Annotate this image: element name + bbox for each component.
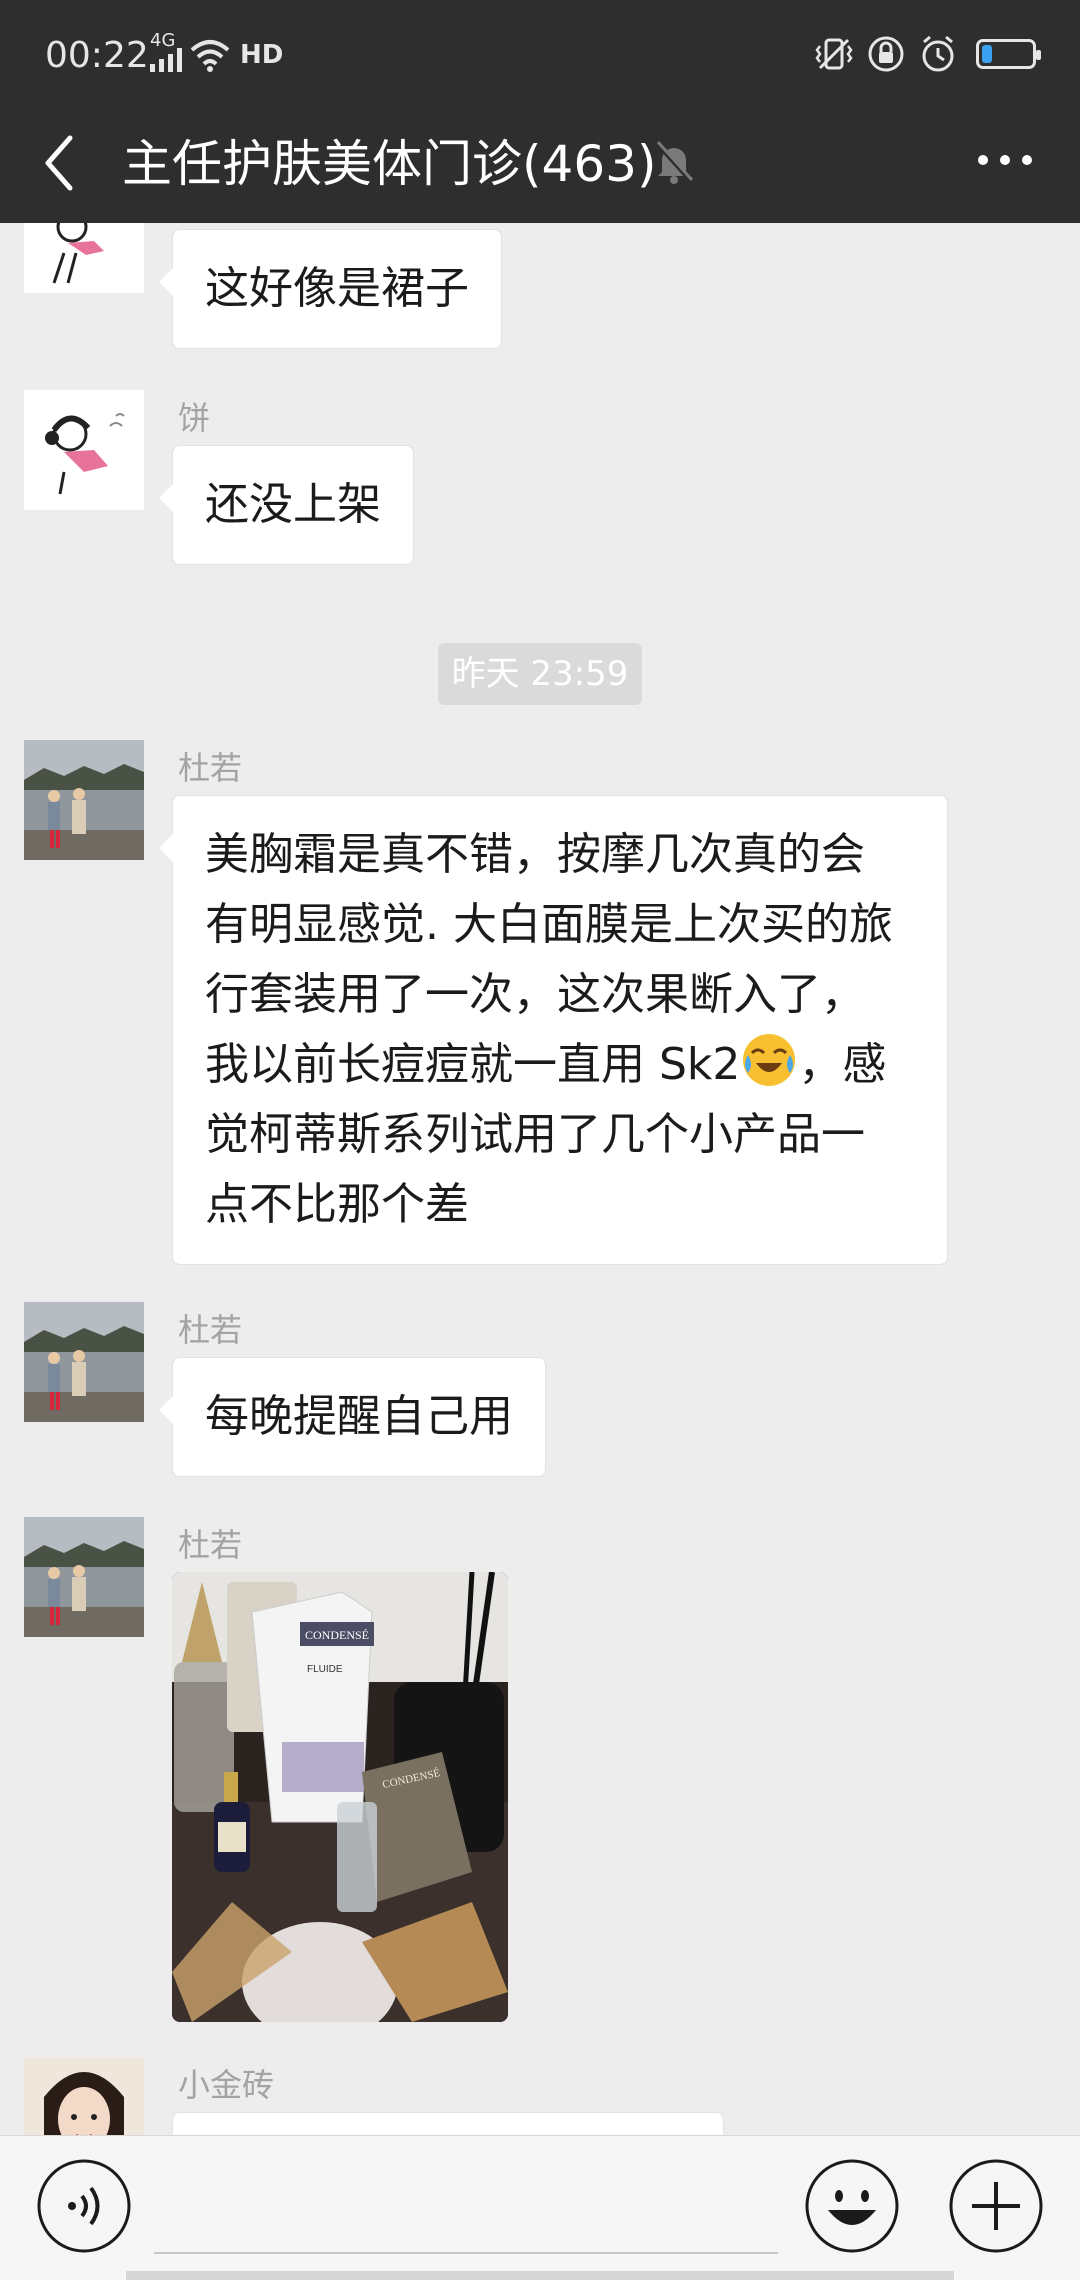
message-bubble[interactable]: 每晚提醒自己用 [159,1357,546,1477]
product-label: FLUIDE [307,1664,343,1675]
gesture-bar [126,2271,954,2280]
message-bubble[interactable] [172,2112,724,2135]
time-divider: 昨天 23:59 [438,643,642,705]
message-bubble[interactable]: 还没上架 [159,445,414,565]
avatar-photo-lake[interactable] [24,1517,144,1637]
battery-icon [976,39,1041,69]
sender-name: 杜若 [178,749,243,787]
lock-rotation-icon [868,36,904,72]
alarm-icon [922,35,954,72]
avatar-photo-lake[interactable] [24,740,144,860]
status-right-icons [814,34,1041,74]
chat-header: 主任护肤美体门诊(463) [0,110,1080,223]
vibrate-icon [815,38,853,70]
sender-name: 小金砖 [178,2066,275,2104]
chat-input-bar [0,2135,1080,2280]
avatar-photo-lake[interactable] [24,1302,144,1422]
message-line: 觉柯蒂斯系列试用了几个小产品一 [205,1109,865,1160]
back-arrow-icon[interactable] [40,128,80,198]
product-label: CONDENSÉ [305,1628,369,1642]
sender-name: 杜若 [178,1311,243,1349]
emoji-icon[interactable] [804,2158,900,2254]
more-dots-icon[interactable] [975,140,1035,180]
status-time: 00:22 [45,35,149,76]
plus-icon[interactable] [948,2158,1044,2254]
voice-icon[interactable] [36,2158,132,2254]
message-line: 点不比那个差 [205,1179,469,1230]
message-image-skincare-products[interactable]: CONDENSÉ FLUIDE CONDENSÉ [172,1572,508,2022]
avatar-cartoon-girl[interactable] [24,223,144,293]
hd-indicator: HD [240,40,284,70]
avatar-photo-woman[interactable] [24,2057,144,2135]
sender-name: 杜若 [178,1526,243,1564]
message-input[interactable] [154,2252,778,2254]
avatar-cartoon-girl[interactable] [24,390,144,510]
chat-message-list[interactable]: 这好像是裙子 饼 还没上架 昨天 23:59 杜若 美胸霜是真不错，按摩几次真的… [0,223,1080,2135]
chat-title: 主任护肤美体门诊(463) [122,135,657,193]
message-line: 有明显感觉. 大白面膜是上次买的旅 [205,899,893,950]
crying-laughing-emoji-icon [743,1034,796,1086]
message-line: 我以前长痘痘就一直用 Sk2 ，感 [205,1030,915,1100]
status-bar: 00:22 4G HD [0,0,1080,110]
sender-name: 饼 [178,399,211,437]
wifi-icon [190,40,230,72]
signal-icon [150,48,182,72]
mute-bell-icon [654,140,694,184]
message-line: 美胸霜是真不错，按摩几次真的会 [205,829,865,880]
message-bubble-long[interactable]: 美胸霜是真不错，按摩几次真的会 有明显感觉. 大白面膜是上次买的旅 行套装用了一… [159,795,948,1265]
message-bubble[interactable]: 这好像是裙子 [159,229,502,349]
top-bar: 00:22 4G HD 主任护肤美体门诊(463) [0,0,1080,223]
message-line: 行套装用了一次，这次果断入了， [205,969,865,1020]
